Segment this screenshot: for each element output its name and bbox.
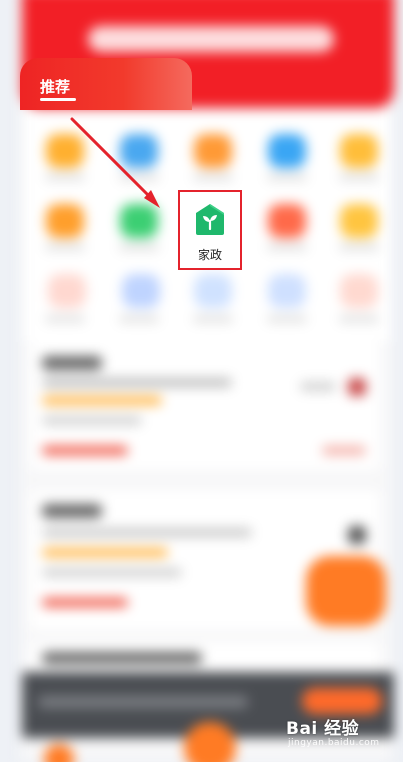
feed-text	[42, 548, 168, 557]
tab-active-indicator	[40, 98, 76, 101]
grid-label	[267, 244, 307, 250]
grid-icon	[268, 274, 306, 308]
grid-label	[193, 174, 233, 180]
feed-title	[42, 356, 102, 370]
feed-card	[30, 342, 380, 470]
grid-label	[339, 316, 379, 322]
grid-icon	[268, 134, 306, 168]
grid-icon	[46, 134, 84, 168]
grid-label	[45, 244, 85, 250]
grid-icon	[120, 204, 158, 238]
house-sprout-icon	[196, 204, 224, 235]
grid-label	[193, 316, 233, 322]
feed-text	[42, 378, 232, 387]
grid-label	[339, 244, 379, 250]
baidu-jingyan-watermark: Bai 经验 jingyan.baidu.com	[286, 712, 401, 758]
floating-orange-button	[306, 556, 386, 626]
feed-title	[42, 504, 102, 518]
watermark-url: jingyan.baidu.com	[288, 738, 380, 748]
grid-label	[267, 174, 307, 180]
grid-icon	[122, 274, 160, 308]
feed-text	[42, 568, 182, 577]
grid-label	[45, 174, 85, 180]
banner-button	[302, 688, 382, 714]
feed-price	[42, 446, 128, 455]
grid-label	[119, 244, 159, 250]
feed-price	[42, 598, 128, 607]
feed-badge	[348, 378, 366, 396]
feed-text	[42, 528, 252, 537]
feed-badge	[348, 526, 366, 544]
grid-icon	[340, 204, 378, 238]
grid-icon	[194, 274, 232, 308]
watermark-brand: Bai 经验	[286, 719, 360, 739]
grid-icon	[268, 204, 306, 238]
feed-text	[42, 396, 162, 405]
feed-text	[42, 416, 142, 425]
grid-icon	[48, 274, 86, 308]
search-bar	[88, 26, 334, 52]
grid-label	[45, 316, 85, 322]
grid-label	[119, 174, 159, 180]
grid-label	[119, 316, 159, 322]
feed-title	[42, 652, 202, 664]
grid-icon	[120, 134, 158, 168]
tab-recommend[interactable]: 推荐	[40, 76, 70, 97]
grid-icon	[340, 274, 378, 308]
app-label: 家政	[197, 248, 222, 262]
banner-text	[38, 696, 248, 708]
feed-text	[300, 382, 336, 391]
grid-icon	[194, 134, 232, 168]
grid-icon	[340, 134, 378, 168]
highlighted-app-jiazheng[interactable]: 家政	[178, 190, 242, 270]
feed-text	[322, 446, 366, 455]
blurred-app-background	[0, 0, 403, 762]
grid-icon	[46, 204, 84, 238]
grid-label	[267, 316, 307, 322]
screen: 推荐 家政 Bai 经验 jingyan.baidu.com	[0, 0, 403, 762]
grid-label	[339, 174, 379, 180]
